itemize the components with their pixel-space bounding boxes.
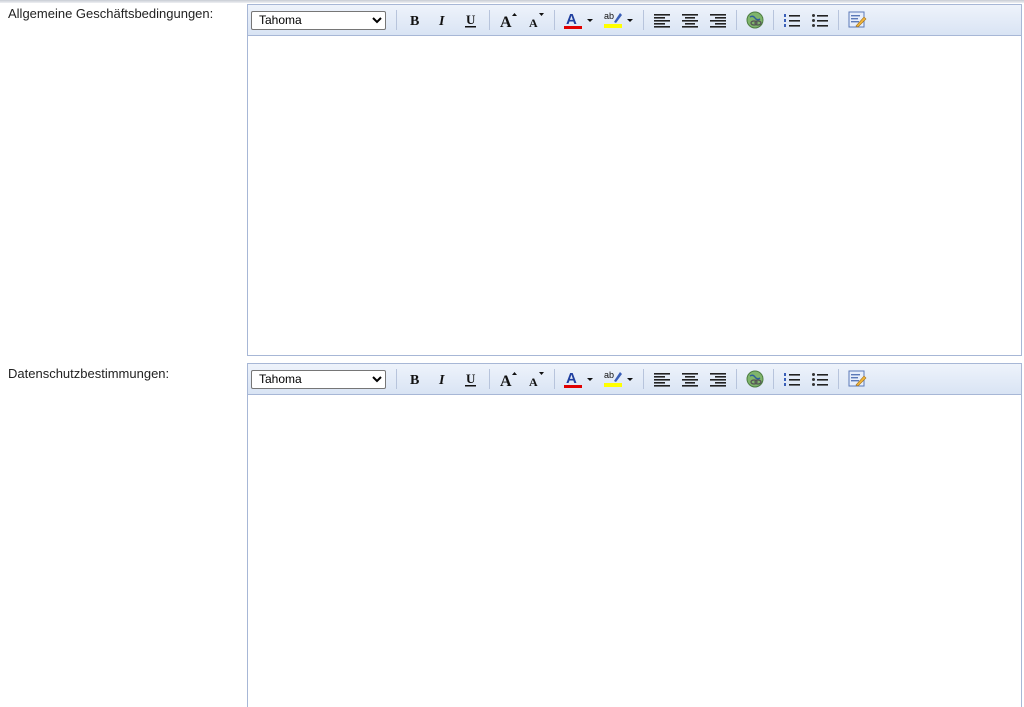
align-left-icon <box>654 373 670 387</box>
italic-button[interactable]: I <box>431 368 455 390</box>
unordered-list-button[interactable] <box>808 9 832 31</box>
align-center-button[interactable] <box>678 368 702 390</box>
align-left-button[interactable] <box>650 9 674 31</box>
toolbar-separator <box>838 10 839 30</box>
html-source-button[interactable] <box>845 368 869 390</box>
svg-text:U: U <box>466 371 476 386</box>
ordered-list-icon <box>784 373 800 386</box>
svg-text:B: B <box>410 14 419 29</box>
font-size-decrease-icon: A <box>529 13 544 29</box>
toolbar-separator <box>773 369 774 389</box>
italic-icon: I <box>438 14 445 29</box>
font-family-select[interactable]: Tahoma <box>251 10 386 30</box>
ordered-list-button[interactable] <box>780 368 804 390</box>
font-size-increase-button[interactable]: A <box>496 368 520 390</box>
terms-editor: Tahoma B I U A A A ab <box>247 4 1022 356</box>
toolbar-separator <box>554 10 555 30</box>
privacy-label: Datenschutzbestimmungen: <box>8 366 170 381</box>
top-divider <box>0 0 1024 3</box>
toolbar-separator <box>396 10 397 30</box>
terms-label: Allgemeine Geschäftsbedingungen: <box>8 6 214 21</box>
svg-text:A: A <box>566 11 577 28</box>
terms-editor-toolbar: Tahoma B I U A A A ab <box>248 5 1021 36</box>
ordered-list-button[interactable] <box>780 9 804 31</box>
html-source-icon <box>848 11 867 28</box>
underline-button[interactable]: U <box>459 9 483 31</box>
toolbar-separator <box>736 10 737 30</box>
highlight-color-icon: ab <box>604 11 633 28</box>
toolbar-separator <box>489 369 490 389</box>
html-source-icon <box>848 370 867 387</box>
align-right-icon <box>710 14 726 28</box>
svg-text:A: A <box>500 14 512 29</box>
privacy-editor-toolbar: Tahoma B I U A A A ab <box>248 364 1021 395</box>
unordered-list-button[interactable] <box>808 368 832 390</box>
align-right-icon <box>710 373 726 387</box>
align-left-button[interactable] <box>650 368 674 390</box>
bold-button[interactable]: B <box>403 9 427 31</box>
font-color-icon: A <box>564 11 593 29</box>
highlight-color-button[interactable]: ab <box>601 368 637 390</box>
font-size-decrease-button[interactable]: A <box>524 368 548 390</box>
page: Allgemeine Geschäftsbedingungen: Tahoma … <box>0 0 1024 707</box>
align-right-button[interactable] <box>706 368 730 390</box>
align-center-icon <box>682 14 698 28</box>
svg-text:A: A <box>500 373 512 388</box>
svg-text:ab: ab <box>604 370 614 380</box>
align-center-icon <box>682 373 698 387</box>
bold-icon: B <box>410 14 419 29</box>
align-center-button[interactable] <box>678 9 702 31</box>
insert-link-icon <box>746 11 764 29</box>
svg-text:A: A <box>529 16 538 29</box>
svg-text:A: A <box>566 370 577 387</box>
unordered-list-icon <box>812 373 828 386</box>
insert-link-button[interactable] <box>743 368 767 390</box>
html-source-button[interactable] <box>845 9 869 31</box>
toolbar-separator <box>554 369 555 389</box>
underline-icon: U <box>465 12 476 28</box>
ordered-list-icon <box>784 14 800 27</box>
toolbar-separator <box>489 10 490 30</box>
font-size-increase-icon: A <box>500 13 517 29</box>
font-color-icon: A <box>564 370 593 388</box>
toolbar-separator <box>736 369 737 389</box>
svg-text:ab: ab <box>604 11 614 21</box>
svg-text:B: B <box>410 373 419 388</box>
toolbar-separator <box>643 369 644 389</box>
insert-link-icon <box>746 370 764 388</box>
align-right-button[interactable] <box>706 9 730 31</box>
highlight-color-icon: ab <box>604 370 633 387</box>
toolbar-separator <box>773 10 774 30</box>
font-size-increase-icon: A <box>500 372 517 388</box>
bold-icon: B <box>410 373 419 388</box>
underline-icon: U <box>465 371 476 387</box>
align-left-icon <box>654 14 670 28</box>
font-color-button[interactable]: A <box>561 9 597 31</box>
svg-text:U: U <box>466 12 476 27</box>
highlight-color-button[interactable]: ab <box>601 9 637 31</box>
unordered-list-icon <box>812 14 828 27</box>
underline-button[interactable]: U <box>459 368 483 390</box>
terms-editor-content[interactable] <box>248 36 1021 355</box>
svg-text:A: A <box>529 375 538 388</box>
toolbar-separator <box>396 369 397 389</box>
svg-text:I: I <box>438 373 445 388</box>
font-family-select[interactable]: Tahoma <box>251 369 386 389</box>
privacy-editor-content[interactable] <box>248 395 1021 707</box>
font-size-decrease-icon: A <box>529 372 544 388</box>
bold-button[interactable]: B <box>403 368 427 390</box>
toolbar-separator <box>838 369 839 389</box>
font-size-increase-button[interactable]: A <box>496 9 520 31</box>
italic-icon: I <box>438 373 445 388</box>
privacy-editor: Tahoma B I U A A A ab <box>247 363 1022 707</box>
font-size-decrease-button[interactable]: A <box>524 9 548 31</box>
insert-link-button[interactable] <box>743 9 767 31</box>
italic-button[interactable]: I <box>431 9 455 31</box>
font-color-button[interactable]: A <box>561 368 597 390</box>
svg-text:I: I <box>438 14 445 29</box>
toolbar-separator <box>643 10 644 30</box>
